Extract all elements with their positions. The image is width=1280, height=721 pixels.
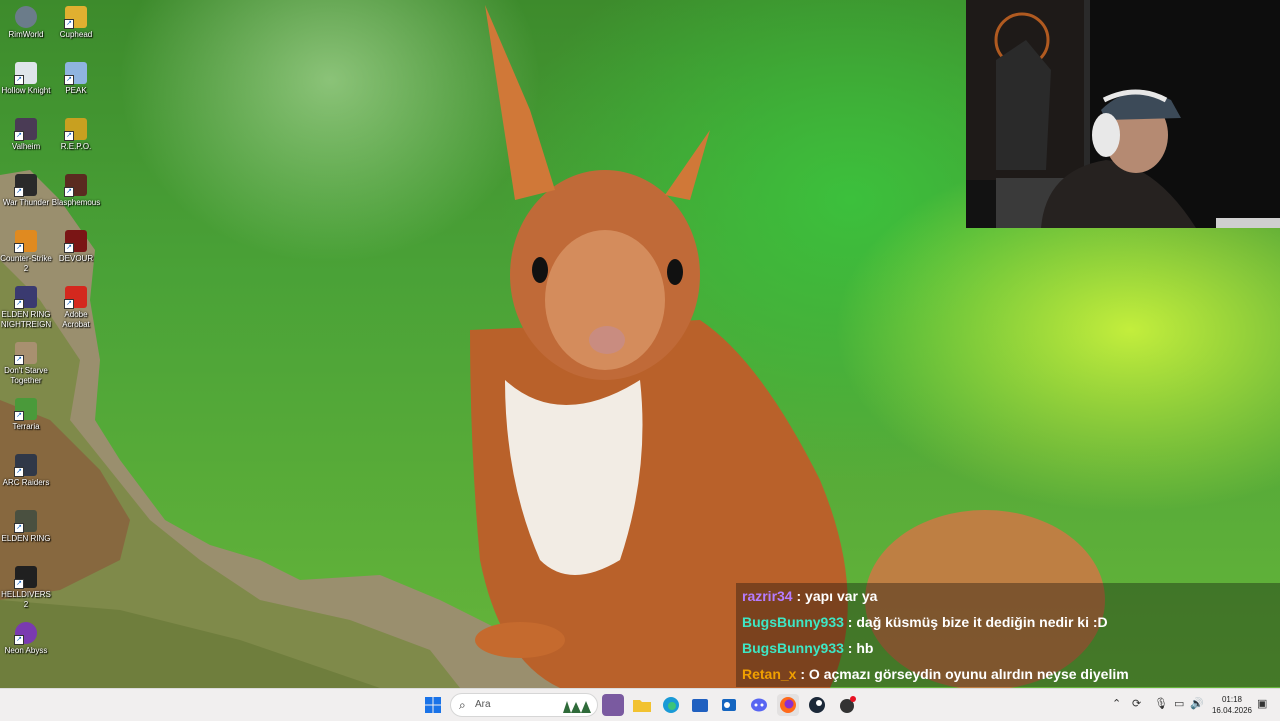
- hollow-knight-icon: ↗: [14, 62, 37, 85]
- webcam-feed: [966, 0, 1280, 228]
- start-button[interactable]: [422, 694, 444, 716]
- chat-text: : O açmazı görseydin oyunu alırdın neyse…: [796, 666, 1129, 682]
- desktop-icon-cuphead[interactable]: ↗ Cuphead: [50, 6, 102, 40]
- taskbar-file-explorer[interactable]: [631, 694, 653, 716]
- volume-icon[interactable]: 🔊: [1190, 697, 1204, 710]
- dont-starve-icon: ↗: [14, 342, 37, 365]
- desktop-icon-blasphemous[interactable]: ↗ Blasphemous: [50, 174, 102, 208]
- valheim-icon: ↗: [14, 118, 37, 141]
- edge-icon: [663, 697, 679, 713]
- chat-text: : hb: [843, 640, 874, 656]
- desktop-icon-neon-abyss[interactable]: ↗ Neon Abyss: [0, 622, 52, 656]
- chat-username: Retan_x: [742, 666, 797, 682]
- adobe-acrobat-icon: ↗: [64, 286, 87, 309]
- sync-icon[interactable]: ⟳: [1132, 697, 1141, 710]
- cuphead-icon: ↗: [64, 6, 87, 29]
- firefox-icon: [780, 697, 796, 713]
- chat-text: : dağ küsmüş bize it dediğin nedir ki :D: [843, 614, 1108, 630]
- taskbar-outlook[interactable]: [718, 694, 740, 716]
- desktop-icon-counter-strike[interactable]: ↗ Counter-Strike 2: [0, 230, 52, 274]
- desktop-icon-elden-ring-nightreign[interactable]: ↗ ELDEN RING NIGHTREIGN: [0, 286, 52, 330]
- desktop-icon-repo[interactable]: ↗ R.E.P.O.: [50, 118, 102, 152]
- terraria-icon: ↗: [14, 398, 37, 421]
- network-icon[interactable]: ▭: [1174, 697, 1184, 710]
- desktop-icon-adobe-acrobat[interactable]: ↗ Adobe Acrobat: [50, 286, 102, 330]
- rimworld-icon: [15, 6, 37, 28]
- taskbar-search[interactable]: ⌕ Ara: [450, 693, 598, 717]
- desktop-icon-arc-raiders[interactable]: ↗ ARC Raiders: [0, 454, 52, 488]
- clock-time: 01:18: [1221, 695, 1243, 704]
- taskbar-edge[interactable]: [660, 694, 682, 716]
- chat-message: BugsBunny933 : dağ küsmüş bize it dediği…: [736, 609, 1280, 635]
- desktop-icon-devour[interactable]: ↗ DEVOUR: [50, 230, 102, 264]
- microphone-icon[interactable]: 🎙: [1154, 697, 1168, 710]
- chat-message: razrir34 : yapı var ya: [736, 583, 1280, 609]
- clock-date: 16.04.2026: [1211, 706, 1253, 715]
- taskbar-steam[interactable]: [806, 694, 828, 716]
- counter-strike-icon: ↗: [14, 230, 37, 253]
- desktop-icon-dont-starve[interactable]: ↗ Don't Starve Together: [0, 342, 52, 386]
- desktop-icon-elden-ring[interactable]: ↗ ELDEN RING: [0, 510, 52, 544]
- chat-text: : yapı var ya: [792, 588, 878, 604]
- taskbar-widgets[interactable]: [602, 694, 624, 716]
- taskbar-game-launcher[interactable]: [836, 694, 858, 716]
- elden-ring-icon: ↗: [14, 510, 37, 533]
- chat-username: razrir34: [742, 588, 793, 604]
- chat-username: BugsBunny933: [742, 640, 844, 656]
- chat-message: BugsBunny933 : hb: [736, 635, 1280, 661]
- taskbar-clock[interactable]: 01:18 16.04.2026: [1206, 694, 1258, 716]
- start-icon: [425, 697, 441, 713]
- steam-icon: [809, 697, 825, 713]
- outlook-icon: [722, 699, 736, 711]
- search-icon: ⌕: [459, 698, 466, 712]
- taskbar: ⌕ Ara ⌃ ⟳ 🎙 ▭ 🔊 01:18 16.04.2026 ▣: [0, 688, 1280, 721]
- desktop-icon-valheim[interactable]: ↗ Valheim: [0, 118, 52, 152]
- devour-icon: ↗: [64, 230, 87, 253]
- notification-icon[interactable]: ▣: [1257, 697, 1267, 710]
- game-launcher-icon: [840, 696, 856, 713]
- desktop-icon-peak[interactable]: ↗ PEAK: [50, 62, 102, 96]
- desktop-icon-war-thunder[interactable]: ↗ War Thunder: [0, 174, 52, 208]
- taskbar-firefox[interactable]: [777, 694, 799, 716]
- microsoft-store-icon: [692, 699, 708, 712]
- search-highlight-icon: [563, 701, 591, 713]
- desktop-icon-hollow-knight[interactable]: ↗ Hollow Knight: [0, 62, 52, 96]
- search-placeholder: Ara: [475, 699, 491, 710]
- desktop-icon-rimworld[interactable]: RimWorld: [0, 6, 52, 40]
- neon-abyss-icon: ↗: [14, 622, 37, 645]
- stream-chat: razrir34 : yapı var ya BugsBunny933 : da…: [736, 583, 1280, 687]
- file-explorer-icon: [633, 700, 651, 712]
- arc-raiders-icon: ↗: [14, 454, 37, 477]
- desktop-icon-helldivers[interactable]: ↗ HELLDIVERS 2: [0, 566, 52, 610]
- war-thunder-icon: ↗: [14, 174, 37, 197]
- chat-username: BugsBunny933: [742, 614, 844, 630]
- chat-message: Retan_x : O açmazı görseydin oyunu alırd…: [736, 661, 1280, 687]
- desktop-icon-terraria[interactable]: ↗ Terraria: [0, 398, 52, 432]
- elden-ring-nightreign-icon: ↗: [14, 286, 37, 309]
- taskbar-discord[interactable]: [748, 694, 770, 716]
- blasphemous-icon: ↗: [64, 174, 87, 197]
- peak-icon: ↗: [64, 62, 87, 85]
- repo-icon: ↗: [64, 118, 87, 141]
- discord-icon: [751, 698, 767, 712]
- webcam-overlay: [966, 0, 1280, 228]
- taskbar-store[interactable]: [689, 694, 711, 716]
- helldivers-icon: ↗: [14, 566, 37, 589]
- show-hidden-icons-chevron-icon[interactable]: ⌃: [1112, 697, 1121, 710]
